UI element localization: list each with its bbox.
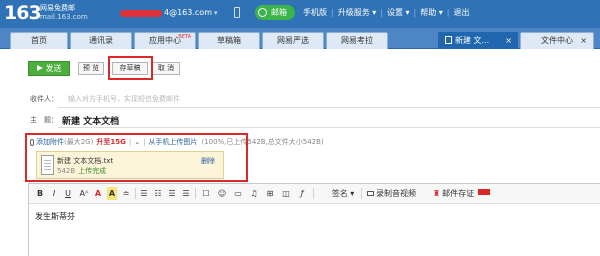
top-nav: 手机版 | 升级服务 ▾ | 设置 ▾ | 帮助 ▾ | 退出: [303, 8, 470, 18]
new-badge: [477, 189, 490, 195]
tab-contacts[interactable]: 通讯录: [70, 32, 132, 49]
vip-label: 邮箱: [271, 8, 287, 17]
mobile-phone-icon[interactable]: [234, 7, 240, 18]
top-header: 163 网易免费邮 mail.163.com 4@163.com ▾ 邮箱 手机…: [0, 0, 600, 28]
video-icon: [367, 191, 374, 196]
subject-divider: [58, 127, 600, 128]
record-video-button[interactable]: 录制音视频: [367, 187, 425, 200]
preview-button[interactable]: 预 览: [78, 62, 104, 75]
logo-subtitle: 网易免费邮 mail.163.com: [40, 4, 88, 22]
font-color-button[interactable]: A: [93, 187, 103, 200]
highlight-save-draft: [108, 56, 153, 80]
image-icon[interactable]: ⊞: [265, 187, 275, 200]
mail-evidence-button[interactable]: ♜ 邮件存证: [433, 187, 491, 200]
to-divider: [58, 107, 600, 108]
nav-upgrade[interactable]: 升级服务 ▾: [338, 8, 377, 18]
rich-text-editor: B I U Aᴬ A A ≐ ☰ ☷ ☰ ☰ ☐ ☺ ▭ ♫ ⊞ ◫ ƒ 签名 …: [28, 183, 600, 256]
nav-help[interactable]: 帮助 ▾: [420, 8, 443, 18]
indent-icon[interactable]: ☰: [181, 187, 191, 200]
tab-file-center[interactable]: 文件中心 ×: [520, 32, 594, 49]
account-address: 4@163.com: [164, 8, 212, 17]
tab-strip: 首页 通讯录 应用中心 BETA 草稿箱 网易严选 网易考拉 新建 文... × …: [0, 28, 600, 49]
tab-yanxuan[interactable]: 网易严选: [262, 32, 324, 49]
highlight-color-button[interactable]: A: [107, 187, 117, 200]
italic-button[interactable]: I: [49, 187, 59, 200]
vip-button[interactable]: 邮箱: [255, 5, 295, 20]
highlight-attachment: [25, 133, 248, 182]
chevron-down-icon: ▾: [214, 9, 218, 17]
nav-mobile[interactable]: 手机版: [303, 8, 327, 18]
tab-app-center[interactable]: 应用中心 BETA: [134, 32, 196, 49]
align-icon[interactable]: ☰: [139, 187, 149, 200]
to-input[interactable]: 输入对方手机号，实现短信免费邮件: [68, 94, 180, 104]
logo-title: 网易免费邮: [40, 4, 75, 12]
formula-icon[interactable]: ƒ: [297, 187, 307, 200]
editor-toolbar: B I U Aᴬ A A ≐ ☰ ☷ ☰ ☰ ☐ ☺ ▭ ♫ ⊞ ◫ ƒ 签名 …: [29, 184, 600, 204]
redacted-account: [120, 9, 162, 17]
vip-icon: [258, 8, 267, 17]
nav-settings[interactable]: 设置 ▾: [387, 8, 410, 18]
close-icon[interactable]: ×: [580, 33, 587, 49]
table-icon[interactable]: ☐: [201, 187, 211, 200]
tab-kaola[interactable]: 网易考拉: [326, 32, 388, 49]
emoji-icon[interactable]: ☺: [217, 187, 227, 200]
editor-body[interactable]: 发生斯蒂芬: [35, 211, 75, 222]
close-icon[interactable]: ×: [505, 33, 512, 49]
send-icon: [36, 65, 43, 71]
tab-drafts[interactable]: 草稿箱: [198, 32, 260, 49]
music-icon[interactable]: ♫: [249, 187, 259, 200]
account-menu[interactable]: 4@163.com ▾: [120, 8, 218, 18]
bold-button[interactable]: B: [35, 187, 45, 200]
font-size-button[interactable]: Aᴬ: [77, 187, 91, 200]
logo[interactable]: 163: [4, 2, 42, 24]
strikethrough-icon[interactable]: ≐: [121, 187, 131, 200]
ordered-list-icon[interactable]: ☷: [153, 187, 163, 200]
nav-logout[interactable]: 退出: [454, 8, 470, 18]
subject-label: 主 题：: [30, 116, 58, 124]
to-label: 收件人：: [30, 95, 58, 103]
template-icon[interactable]: ◫: [281, 187, 291, 200]
underline-button[interactable]: U: [63, 187, 73, 200]
unordered-list-icon[interactable]: ☰: [167, 187, 177, 200]
compose-icon: [445, 36, 452, 44]
subject-input[interactable]: 新建 文本文档: [62, 114, 119, 127]
tab-home[interactable]: 首页: [10, 32, 68, 49]
tab-compose[interactable]: 新建 文... ×: [438, 32, 518, 49]
screenshot-icon[interactable]: ▭: [233, 187, 243, 200]
stamp-icon: ♜: [433, 189, 441, 198]
cancel-button[interactable]: 取 消: [152, 62, 180, 75]
signature-dropdown[interactable]: 签名 ▾: [329, 187, 357, 200]
send-button[interactable]: 发送: [28, 61, 70, 76]
beta-badge: BETA: [178, 34, 191, 40]
logo-domain: mail.163.com: [40, 13, 88, 21]
